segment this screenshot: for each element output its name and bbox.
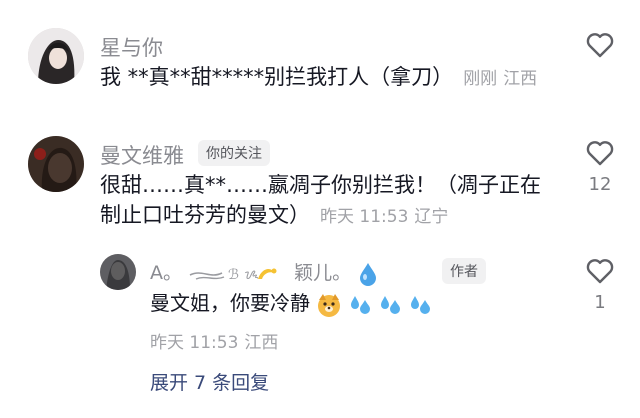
comment-meta: 刚刚 江西 <box>463 69 543 89</box>
comment-text: 很甜……真**……嬴凋子你别拦我！（凋子正在 制止口吐芬芳的曼文） 昨天 11:5… <box>100 170 570 232</box>
comment-body: 我 **真**甜*****别拦我打人（拿刀） <box>100 65 454 89</box>
comment-username[interactable]: 曼文维雅 <box>100 140 184 170</box>
sweat-droplets-icon <box>350 295 370 314</box>
expand-replies-link[interactable]: 展开 7 条回复 <box>150 368 269 395</box>
comment-time: 昨天 11:53 <box>320 207 409 227</box>
dog-face-icon <box>318 293 341 317</box>
following-badge: 你的关注 <box>198 140 270 166</box>
comment-username[interactable]: 星与你 <box>100 32 163 62</box>
comment-meta: 昨天 11:53 辽宁 <box>320 207 454 227</box>
comment-location: 江西 <box>503 69 538 89</box>
avatar[interactable] <box>28 28 84 84</box>
heart-outline-icon[interactable] <box>586 258 614 284</box>
reply-location: 江西 <box>244 333 279 353</box>
comment-body-line2: 制止口吐芬芳的曼文） 昨天 11:53 辽宁 <box>100 200 570 232</box>
reply-meta: 昨天 11:53 江西 <box>150 328 284 353</box>
sweat-droplets-icon <box>381 295 401 314</box>
reply-body: 曼文姐，你要冷静 <box>150 291 310 315</box>
heart-outline-icon[interactable] <box>586 32 614 58</box>
reply-text: 曼文姐，你要冷静 <box>150 288 433 318</box>
svg-text:ℬ: ℬ <box>228 267 239 283</box>
droplet-icon <box>360 262 377 286</box>
like-count: 12 <box>588 174 612 195</box>
reply-time: 昨天 11:53 <box>150 333 239 353</box>
like-count: 1 <box>594 292 606 313</box>
comment-body-line1: 很甜……真**……嬴凋子你别拦我！（凋子正在 <box>100 173 541 197</box>
reply-username[interactable]: A。 ℬ ᝰ 颖儿。 <box>150 258 379 286</box>
author-badge: 作者 <box>442 258 486 284</box>
sweat-droplets-icon <box>411 295 431 314</box>
comment-text: 我 **真**甜*****别拦我打人（拿刀） 刚刚 江西 <box>100 62 543 94</box>
wind-swirl-icon: ℬ ᝰ <box>189 267 277 283</box>
heart-outline-icon[interactable] <box>586 140 614 166</box>
comment-time: 刚刚 <box>463 69 498 89</box>
comment-location: 辽宁 <box>414 207 449 227</box>
svg-text:ᝰ: ᝰ <box>244 267 259 283</box>
avatar[interactable] <box>28 136 84 192</box>
avatar[interactable] <box>100 254 136 290</box>
